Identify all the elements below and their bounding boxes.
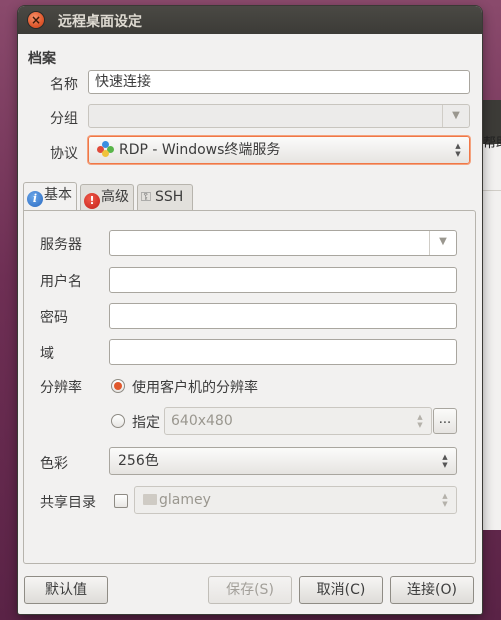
tab-advanced[interactable]: ! 高级 — [80, 184, 134, 210]
tab-advanced-label: 高级 — [101, 189, 129, 205]
updown-arrows-icon: ▲ ▼ — [417, 413, 423, 429]
rdp-protocol-icon — [97, 141, 115, 157]
tab-basic[interactable]: i 基本 — [23, 182, 77, 211]
info-icon: i — [27, 191, 43, 207]
updown-arrows-icon: ▲ ▼ — [442, 492, 448, 508]
name-label: 名称 — [50, 77, 78, 93]
resolution-label: 分辨率 — [40, 380, 82, 396]
username-input[interactable] — [109, 267, 457, 293]
resolution-client-radio[interactable] — [111, 379, 125, 393]
protocol-value: RDP - Windows终端服务 — [119, 142, 281, 158]
chevron-down-icon[interactable]: ▼ — [429, 231, 456, 255]
tab-ssh-label: SSH — [155, 189, 184, 205]
cancel-button[interactable]: 取消(C) — [299, 576, 383, 604]
default-button[interactable]: 默认值 — [24, 576, 108, 604]
connect-button[interactable]: 连接(O) — [390, 576, 474, 604]
color-depth-select[interactable]: 256色 ▲ ▼ — [109, 447, 457, 475]
close-button[interactable]: × — [28, 12, 44, 28]
domain-input[interactable] — [109, 339, 457, 365]
resolution-client-option[interactable]: 使用客户机的分辨率 — [132, 377, 258, 397]
resolution-custom-option[interactable]: 指定 — [132, 412, 160, 432]
key-icon: ⚿ — [141, 190, 151, 205]
shared-folder-label: 共享目录 — [40, 495, 96, 511]
shared-folder-checkbox[interactable] — [114, 494, 128, 508]
window-title: 远程桌面设定 — [58, 14, 142, 30]
background-help-menu[interactable]: 帮助 — [483, 132, 501, 151]
server-label: 服务器 — [40, 237, 82, 253]
username-label: 用户名 — [40, 274, 82, 290]
updown-arrows-icon: ▲ ▼ — [455, 142, 461, 158]
resolution-custom-select[interactable]: 640x480 ▲ ▼ — [164, 407, 432, 435]
password-input[interactable] — [109, 303, 457, 329]
resolution-custom-value: 640x480 — [171, 413, 233, 429]
password-label: 密码 — [40, 310, 68, 326]
color-label: 色彩 — [40, 456, 68, 472]
resolution-more-button[interactable]: ... — [433, 408, 457, 434]
group-combo[interactable]: ▼ — [88, 104, 470, 128]
shared-folder-value: glamey — [159, 492, 211, 508]
shared-folder-chooser[interactable]: glamey ▲ ▼ — [134, 486, 457, 514]
group-label: 分组 — [50, 111, 78, 127]
protocol-select[interactable]: RDP - Windows终端服务 ▲ ▼ — [88, 136, 470, 164]
save-button[interactable]: 保存(S) — [208, 576, 292, 604]
warning-icon: ! — [84, 193, 100, 209]
domain-label: 域 — [40, 346, 54, 362]
resolution-custom-radio[interactable] — [111, 414, 125, 428]
folder-icon — [143, 494, 157, 505]
profile-section-title: 档案 — [28, 51, 56, 67]
server-combo-entry[interactable]: ▼ — [109, 230, 457, 256]
chevron-down-icon: ▼ — [442, 105, 469, 127]
tab-ssh[interactable]: ⚿ SSH — [137, 184, 193, 210]
title-bar[interactable]: × 远程桌面设定 — [18, 6, 482, 34]
name-input[interactable]: 快速连接 — [88, 70, 470, 94]
close-icon: × — [30, 13, 42, 27]
color-depth-value: 256色 — [118, 453, 159, 469]
remote-desktop-preferences-dialog: × 远程桌面设定 档案 名称 快速连接 分组 ▼ 协议 RDP - Window… — [18, 6, 482, 614]
protocol-label: 协议 — [50, 146, 78, 162]
tab-basic-label: 基本 — [44, 187, 72, 203]
updown-arrows-icon: ▲ ▼ — [442, 453, 448, 469]
